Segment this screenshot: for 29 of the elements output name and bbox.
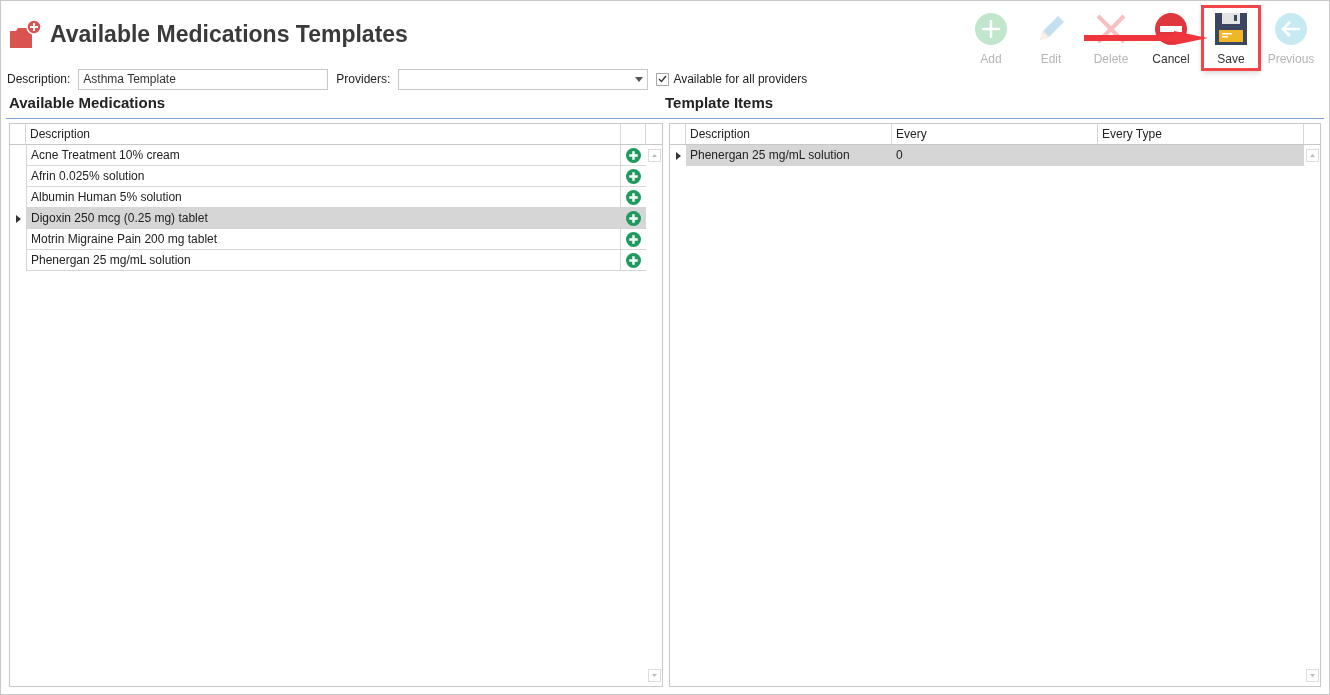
field-label: Providers: [336, 71, 391, 88]
row-indicator-icon [675, 151, 681, 160]
briefcase-plus-icon [9, 19, 42, 50]
check-icon [658, 75, 668, 83]
checkbox[interactable] [656, 72, 670, 86]
plus-icon [974, 12, 1008, 46]
section-heading: Available Medications [8, 92, 167, 113]
table-cell-text: Phenergan 25 mg/mL solution [689, 147, 851, 164]
add-icon[interactable] [626, 210, 641, 226]
table-cell-text: 0 [895, 147, 904, 164]
add-icon[interactable] [626, 231, 641, 247]
row-indicator-icon [15, 214, 21, 223]
column-header[interactable]: Every Type [1098, 124, 1304, 144]
section-heading: Template Items [665, 92, 774, 113]
close-icon [1094, 12, 1128, 46]
add-icon[interactable] [626, 252, 641, 268]
dropdown-caret-icon [635, 76, 644, 82]
field-label: Description: [7, 71, 71, 88]
add-icon[interactable] [626, 189, 641, 205]
add-icon[interactable] [626, 168, 641, 184]
checkbox-label: Available for all providers [673, 71, 808, 88]
table-row[interactable]: Phenergan 25 mg/mL solution 0 [686, 145, 1304, 166]
add-icon[interactable] [626, 147, 641, 163]
page-title: Available Medications Templates [50, 20, 408, 49]
column-header[interactable]: Description [26, 124, 621, 144]
column-header[interactable]: Description [686, 124, 892, 144]
toolbar-button[interactable]: Save [1201, 5, 1261, 71]
column-header[interactable]: Every [892, 124, 1098, 144]
description-field[interactable]: Asthma Template [78, 68, 329, 90]
